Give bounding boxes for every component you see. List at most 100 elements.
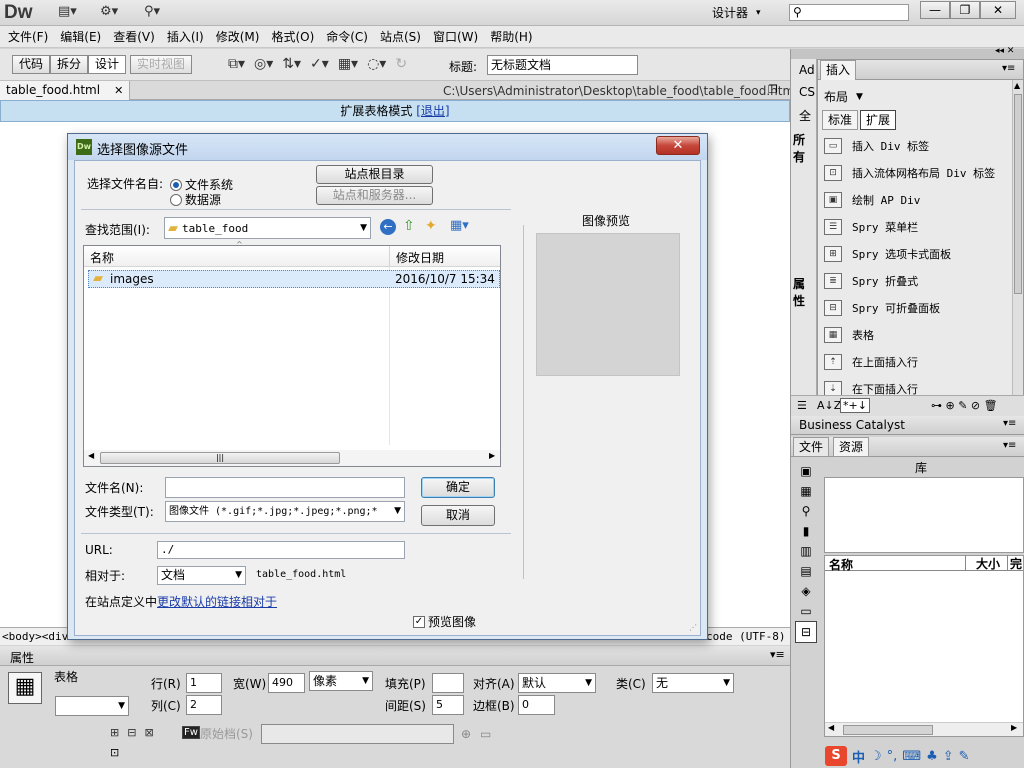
maximize-button[interactable]: ❐ — [950, 1, 980, 19]
close-icon[interactable]: ✕ — [114, 81, 123, 100]
business-catalyst-tab[interactable]: Business Catalyst — [799, 418, 905, 432]
menu-site[interactable]: 站点(S) — [374, 26, 427, 48]
clear-width-icon[interactable]: ⊟ — [127, 726, 136, 739]
dialog-close-button[interactable]: ✕ — [656, 136, 700, 155]
show-category-icon[interactable]: ☰ — [797, 399, 807, 412]
insert-item[interactable]: ▦ 表格 — [818, 321, 1006, 348]
skin-icon[interactable]: ♣ — [926, 749, 938, 764]
exit-mode-link[interactable]: [退出] — [416, 104, 449, 118]
panel-menu-icon[interactable]: ▾≡ — [1003, 440, 1016, 451]
lookin-select[interactable]: ▰ table_food ▼ — [164, 217, 371, 239]
site-root-button[interactable]: 站点根目录 — [316, 165, 433, 184]
library-asset-icon[interactable]: ⊟ — [795, 621, 817, 643]
col-date-header[interactable]: 修改日期 — [389, 246, 444, 267]
cancel-button[interactable]: 取消 — [421, 505, 495, 526]
scroll-thumb[interactable]: ||| — [100, 452, 340, 464]
insert-tab[interactable]: 插入 — [820, 60, 857, 80]
multiscreen-icon[interactable]: ⧉▾ — [228, 56, 245, 72]
checkbox-checked-icon[interactable]: ✓ — [413, 615, 425, 628]
collapsed-tab-allrules[interactable]: 所有 — [791, 127, 816, 271]
wrench-icon[interactable]: ✎ — [959, 749, 970, 764]
fill-input[interactable] — [432, 673, 464, 693]
document-tab[interactable]: table_food.html ✕ — [0, 81, 131, 100]
attach-style-icon[interactable]: ⊶ ⊕ ✎ ⊘ 🗑 — [931, 399, 998, 412]
col-name-header[interactable]: 名称 — [90, 249, 114, 266]
tag-selector[interactable]: <body><div — [2, 630, 68, 643]
minimize-button[interactable]: — — [920, 1, 950, 19]
convert-percent-icon[interactable]: ⊡ — [110, 746, 119, 759]
shirt-icon[interactable]: ⇪ — [943, 749, 954, 764]
view-menu-icon[interactable]: ▦▾ — [450, 218, 469, 233]
live-view-button[interactable]: 实时视图 — [130, 55, 193, 74]
menu-modify[interactable]: 修改(M) — [210, 26, 266, 48]
filetype-select[interactable]: 图像文件 (*.gif;*.jpg;*.jpeg;*.png;* ▼ — [165, 501, 405, 522]
url-input[interactable]: ./ — [157, 541, 405, 559]
colors-asset-icon[interactable]: ▦ — [795, 481, 817, 501]
menu-format[interactable]: 格式(O) — [265, 26, 320, 48]
new-folder-icon[interactable]: ✦ — [425, 218, 437, 234]
visual-aids-icon[interactable]: ▦▾ — [338, 56, 358, 72]
radio-datasource-indicator[interactable] — [170, 193, 182, 206]
code-view-button[interactable]: 代码 — [12, 55, 51, 74]
browser-preview-icon[interactable]: ◎▾ — [254, 56, 273, 72]
insert-item[interactable]: ≣ Spry 折叠式 — [818, 267, 1006, 294]
menu-window[interactable]: 窗口(W) — [427, 26, 484, 48]
insert-item[interactable]: ▣ 绘制 AP Div — [818, 186, 1006, 213]
collapsed-tab-props[interactable]: 属性 — [791, 271, 816, 308]
ok-button[interactable]: 确定 — [421, 477, 495, 498]
width-unit-select[interactable]: 像素 ▼ — [309, 671, 373, 691]
site-icon[interactable]: ⚲▾ — [144, 4, 160, 22]
class-select[interactable]: 无 ▼ — [652, 673, 734, 693]
radio-filesystem-indicator[interactable] — [170, 178, 182, 191]
relative-select[interactable]: 文档 ▼ — [157, 566, 246, 585]
file-row[interactable]: ▰ images 2016/10/7 15:34 — [88, 270, 500, 288]
menu-commands[interactable]: 命令(C) — [320, 26, 374, 48]
design-view-button[interactable]: 设计 — [88, 55, 127, 74]
scroll-left-icon[interactable]: ◀ — [88, 451, 94, 460]
menu-help[interactable]: 帮助(H) — [484, 26, 538, 48]
layout-icon[interactable]: ▤▾ — [58, 4, 77, 22]
sort-az-icon[interactable]: A↓Z — [817, 399, 841, 412]
scroll-left-icon[interactable]: ◀ — [828, 723, 834, 732]
layout-category[interactable]: 布局 ▼ — [824, 88, 863, 105]
page-title-input[interactable]: 无标题文档 — [487, 55, 638, 75]
refresh-icon[interactable]: ↻ — [395, 56, 407, 72]
scroll-thumb[interactable] — [1014, 94, 1022, 294]
insert-item[interactable]: ⊟ Spry 可折叠面板 — [818, 294, 1006, 321]
library-col-name[interactable]: 名称 — [829, 556, 853, 573]
folder-icon[interactable]: ▭ — [480, 727, 491, 741]
split-view-button[interactable]: 拆分 — [50, 55, 89, 74]
rows-input[interactable]: 1 — [186, 673, 222, 693]
site-server-button[interactable]: 站点和服务器... — [316, 186, 433, 205]
scroll-right-icon[interactable]: ▶ — [1011, 723, 1017, 732]
border-input[interactable]: 0 — [518, 695, 555, 715]
restore-doc-icon[interactable]: ❐ — [768, 83, 778, 96]
insert-item[interactable]: ☰ Spry 菜单栏 — [818, 213, 1006, 240]
urls-asset-icon[interactable]: ⚲ — [795, 501, 817, 521]
library-list[interactable]: 名称 大小 完 ◀ ▶ — [824, 555, 1024, 737]
movies-asset-icon[interactable]: ▤ — [795, 561, 817, 581]
business-catalyst-header[interactable]: Business Catalyst ▾≡ — [791, 416, 1024, 435]
sogou-ime-icon[interactable]: S — [825, 746, 847, 766]
dialog-titlebar[interactable]: Dw 选择图像源文件 ✕ — [68, 134, 707, 160]
file-list-hscrollbar[interactable]: ◀ ||| ▶ — [84, 450, 500, 466]
convert-px-icon[interactable]: ⊠ — [144, 726, 153, 739]
insert-item[interactable]: ⇡ 在上面插入行 — [818, 348, 1006, 375]
menu-edit[interactable]: 编辑(E) — [54, 26, 107, 48]
menu-file[interactable]: 文件(F) — [2, 26, 54, 48]
assets-tab[interactable]: 资源 — [833, 437, 870, 457]
up-folder-icon[interactable]: ⇧ — [403, 218, 415, 234]
w3c-validation-icon[interactable]: ✓▾ — [310, 56, 329, 72]
shockwave-asset-icon[interactable]: ▥ — [795, 541, 817, 561]
radio-datasource[interactable]: 数据源 — [170, 191, 221, 208]
images-asset-icon[interactable]: ▣ — [795, 461, 817, 481]
collapse-panels-icon[interactable]: ◂◂ ✕ — [995, 46, 1014, 56]
gear-icon[interactable]: ⚙▾ — [100, 4, 118, 22]
expanded-mode-tab[interactable]: 扩展 — [860, 110, 897, 130]
align-select[interactable]: 默认 ▼ — [518, 673, 596, 693]
table-id-select[interactable]: ▼ — [55, 696, 129, 716]
insert-item[interactable]: ⊞ Spry 选项卡式面板 — [818, 240, 1006, 267]
punctuation-icon[interactable]: °, — [887, 749, 898, 764]
point-to-file-icon[interactable]: ⊕ — [461, 727, 471, 741]
collapsed-tab-all[interactable]: 全 — [791, 103, 816, 127]
